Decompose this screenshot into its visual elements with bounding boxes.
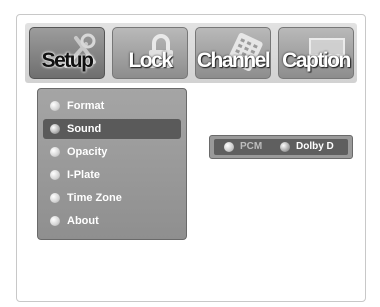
option-pcm[interactable]: PCM <box>224 139 274 155</box>
menu-item-label: About <box>67 215 99 227</box>
menu-item-opacity[interactable]: Opacity <box>43 142 181 162</box>
menu-item-sound[interactable]: Sound <box>43 119 181 139</box>
bullet-icon <box>50 101 60 111</box>
tab-channel[interactable]: Channel <box>195 27 271 79</box>
tv-menu-frame: Setup Lock Channel Caption Format Sound … <box>16 14 366 302</box>
tab-bar: Setup Lock Channel Caption <box>25 23 357 83</box>
menu-item-label: Sound <box>67 123 102 135</box>
bullet-icon <box>50 147 60 157</box>
sound-options-bar: PCM Dolby D <box>214 139 348 155</box>
bullet-icon <box>50 124 60 134</box>
menu-item-time-zone[interactable]: Time Zone <box>43 188 181 208</box>
bullet-icon <box>50 193 60 203</box>
setup-menu: Format Sound Opacity I-Plate Time Zone A… <box>37 88 187 240</box>
menu-item-label: Time Zone <box>67 192 122 204</box>
menu-item-label: I-Plate <box>67 169 101 181</box>
tab-caption[interactable]: Caption <box>278 27 354 79</box>
option-dolby-d[interactable]: Dolby D <box>280 139 346 155</box>
bullet-icon <box>50 216 60 226</box>
menu-item-format[interactable]: Format <box>43 96 181 116</box>
tab-setup[interactable]: Setup <box>29 27 105 79</box>
menu-item-label: Opacity <box>67 146 108 158</box>
tab-label: Setup <box>41 49 94 72</box>
option-label: PCM <box>240 141 263 152</box>
menu-item-label: Format <box>67 100 105 112</box>
bullet-icon <box>50 170 60 180</box>
radio-on-icon <box>280 142 290 152</box>
tab-lock[interactable]: Lock <box>112 27 188 79</box>
tab-label: Lock <box>128 49 173 72</box>
sound-options-panel: PCM Dolby D <box>209 135 353 159</box>
tab-label: Caption <box>282 49 351 72</box>
radio-off-icon <box>224 142 234 152</box>
tab-label: Channel <box>196 49 270 72</box>
menu-item-about[interactable]: About <box>43 211 181 231</box>
option-label: Dolby D <box>296 141 334 152</box>
menu-item-i-plate[interactable]: I-Plate <box>43 165 181 185</box>
